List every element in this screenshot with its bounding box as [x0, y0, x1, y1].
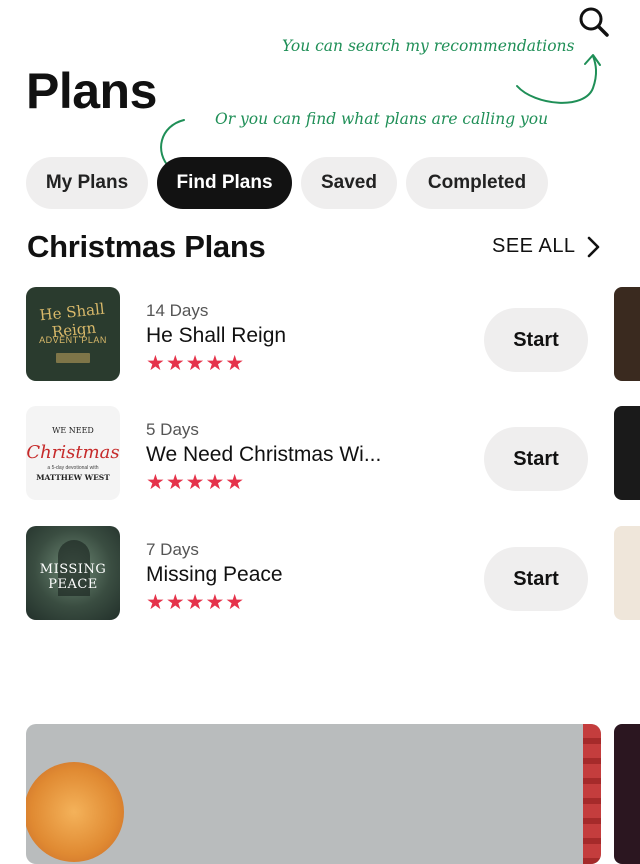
featured-banner[interactable] [26, 724, 601, 864]
tab-find-plans[interactable]: Find Plans [157, 157, 292, 209]
plan-days: 5 Days [146, 420, 199, 439]
thumbnail-subtitle: a 5-day devotional with [47, 465, 99, 471]
church-logo [56, 353, 90, 363]
plan-meta: 14 Days He Shall Reign ★★★★★ [146, 301, 286, 376]
next-plan-thumbnail[interactable] [614, 287, 640, 381]
list-item[interactable]: He Shall Reign ADVENT PLAN 14 Days He Sh… [26, 287, 596, 381]
thumbnail-script-title: Christmas [26, 442, 120, 463]
plan-thumbnail[interactable]: MISSING PEACE [26, 526, 120, 620]
next-plan-thumbnail[interactable] [614, 406, 640, 500]
see-all-label: SEE ALL [492, 235, 576, 257]
plan-thumbnail[interactable]: WE NEED Christmas a 5-day devotional wit… [26, 406, 120, 500]
plan-name[interactable]: He Shall Reign [146, 324, 286, 348]
star-rating: ★★★★★ [146, 352, 246, 375]
list-item[interactable]: MISSING PEACE 7 Days Missing Peace ★★★★★… [26, 526, 596, 620]
tab-completed[interactable]: Completed [406, 157, 548, 209]
tab-my-plans[interactable]: My Plans [26, 157, 148, 209]
page-title: Plans [26, 63, 157, 119]
start-button[interactable]: Start [484, 308, 588, 372]
annotation-find-note: Or you can find what plans are calling y… [215, 110, 549, 128]
thumbnail-author: MATTHEW WEST [36, 473, 110, 482]
plan-name[interactable]: Missing Peace [146, 563, 283, 587]
plan-days: 14 Days [146, 301, 209, 320]
thumbnail-title: WE NEED [52, 426, 94, 435]
next-plan-thumbnail[interactable] [614, 526, 640, 620]
plan-tabs: My Plans Find Plans Saved Completed [26, 157, 548, 209]
plan-meta: 5 Days We Need Christmas Wi... ★★★★★ [146, 420, 381, 495]
search-icon [579, 7, 609, 37]
see-all-link[interactable]: SEE ALL [492, 235, 600, 258]
start-button[interactable]: Start [484, 547, 588, 611]
chevron-right-icon [587, 236, 599, 257]
section-title: Christmas Plans [27, 229, 266, 264]
plan-days: 7 Days [146, 540, 199, 559]
star-rating: ★★★★★ [146, 591, 246, 614]
search-button[interactable] [574, 2, 614, 42]
thumbnail-subtitle: ADVENT PLAN [39, 335, 107, 345]
thumbnail-title: MISSING PEACE [39, 562, 107, 592]
tab-saved[interactable]: Saved [301, 157, 397, 209]
plan-thumbnail[interactable]: He Shall Reign ADVENT PLAN [26, 287, 120, 381]
star-rating: ★★★★★ [146, 471, 246, 494]
plan-meta: 7 Days Missing Peace ★★★★★ [146, 540, 283, 615]
annotation-arrow-search [516, 54, 601, 104]
dried-orange-image [26, 762, 124, 862]
berries-image [583, 724, 601, 864]
next-banner-thumbnail[interactable] [614, 724, 640, 864]
list-item[interactable]: WE NEED Christmas a 5-day devotional wit… [26, 406, 596, 500]
start-button[interactable]: Start [484, 427, 588, 491]
plan-name[interactable]: We Need Christmas Wi... [146, 443, 381, 467]
